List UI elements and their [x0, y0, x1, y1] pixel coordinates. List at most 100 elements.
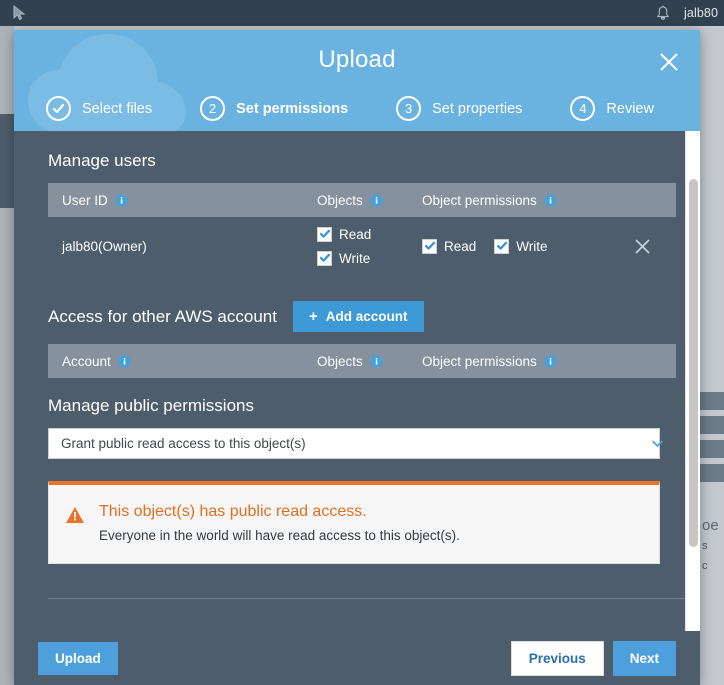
modal-scrollbar-thumb[interactable]	[689, 179, 698, 547]
checkbox-permissions-read-label: Read	[444, 238, 477, 254]
modal-footer: Upload Previous Next	[14, 631, 700, 685]
step-set-properties[interactable]: 3 Set properties	[396, 96, 522, 121]
public-access-warning: This object(s) has public read access. E…	[48, 481, 660, 564]
step-4-label: Review	[606, 100, 654, 117]
info-icon[interactable]	[115, 193, 128, 207]
step-2-marker: 2	[200, 96, 226, 121]
footer-nav-buttons: Previous Next	[510, 640, 676, 676]
checkbox-objects-read-label: Read	[339, 226, 372, 242]
previous-button[interactable]: Previous	[510, 640, 604, 676]
column-account-object-permissions: Object permissions	[422, 354, 662, 369]
close-icon	[634, 238, 651, 255]
column-account-objects: Objects	[317, 354, 422, 369]
step-set-permissions[interactable]: 2 Set permissions	[200, 96, 348, 121]
public-permissions-select[interactable]: Grant public read access to this object(…	[48, 428, 660, 459]
checkbox-permissions-read[interactable]: Read	[422, 238, 477, 254]
column-user-id: User ID	[62, 193, 317, 208]
plus-icon: +	[308, 308, 318, 325]
checkbox-objects-read[interactable]: Read	[317, 226, 422, 242]
check-icon	[319, 253, 330, 262]
warning-title: This object(s) has public read access.	[99, 503, 367, 520]
background-left-rail-active	[0, 114, 14, 208]
column-account: Account	[62, 354, 317, 369]
info-icon[interactable]	[118, 354, 131, 368]
footer-divider	[48, 598, 696, 599]
cell-user-id: jalb80(Owner)	[62, 238, 147, 254]
public-permissions-selected-value: Grant public read access to this object(…	[61, 436, 306, 451]
manage-users-heading: Manage users	[48, 151, 156, 170]
checkbox-permissions-write-label: Write	[516, 238, 548, 254]
checkbox-box	[494, 238, 510, 254]
checkbox-objects-write-label: Write	[339, 250, 371, 266]
column-objects: Objects	[317, 193, 422, 208]
add-account-label: Add account	[325, 309, 408, 324]
column-object-permissions-label: Object permissions	[422, 192, 537, 208]
modal-header: Upload Select files 2 Set permissions 3 …	[14, 30, 700, 131]
other-account-heading-row: Access for other AWS account + Add accou…	[48, 301, 676, 332]
add-account-button[interactable]: + Add account	[292, 301, 424, 332]
step-2-label: Set permissions	[236, 100, 349, 117]
close-button[interactable]	[652, 45, 686, 79]
background-text-1: oe	[702, 517, 719, 534]
checkbox-box	[317, 226, 332, 242]
column-account-objects-label: Objects	[317, 353, 363, 369]
warning-text-block: This object(s) has public read access. E…	[99, 503, 460, 543]
upload-modal: Upload Select files 2 Set permissions 3 …	[14, 30, 700, 685]
chevron-down-icon[interactable]	[651, 437, 664, 450]
warning-description: Everyone in the world will have read acc…	[99, 528, 460, 543]
wizard-steps: Select files 2 Set permissions 3 Set pro…	[14, 96, 700, 121]
cursor-icon	[12, 5, 26, 21]
step-4-marker: 4	[570, 96, 596, 121]
check-icon	[51, 101, 66, 116]
warning-triangle-icon	[65, 505, 85, 525]
modal-scrollbar[interactable]	[685, 131, 700, 631]
column-objects-label: Objects	[317, 192, 363, 208]
step-review[interactable]: 4 Review	[570, 96, 654, 121]
column-user-id-label: User ID	[62, 192, 108, 208]
info-icon[interactable]	[370, 354, 383, 368]
manage-users-table-header: User ID Objects Object permissions	[48, 183, 676, 217]
info-icon[interactable]	[544, 193, 557, 207]
step-3-label: Set properties	[432, 100, 523, 117]
checkbox-objects-write[interactable]: Write	[317, 250, 422, 266]
public-permissions-heading: Manage public permissions	[48, 396, 254, 415]
other-account-heading: Access for other AWS account	[48, 306, 277, 326]
check-icon	[319, 229, 330, 238]
checkbox-permissions-write[interactable]: Write	[494, 238, 548, 254]
step-1-label: Select files	[82, 100, 153, 117]
background-text-fragment: oe s c	[702, 516, 724, 576]
checkbox-box	[317, 250, 332, 266]
top-bar-left	[0, 5, 26, 21]
bell-icon[interactable]	[656, 5, 670, 21]
table-row: jalb80(Owner) Read Write Read Write	[48, 217, 676, 275]
column-object-permissions: Object permissions	[422, 193, 662, 208]
cell-object-permissions: Read Write	[422, 238, 622, 254]
user-menu-label[interactable]: jalb80	[684, 6, 718, 20]
modal-body: Manage users User ID Objects Object perm…	[14, 131, 700, 631]
step-3-marker: 3	[396, 96, 422, 121]
step-select-files[interactable]: Select files	[46, 96, 152, 121]
top-bar-right: jalb80	[656, 5, 724, 21]
public-permissions-select-wrap: Grant public read access to this object(…	[48, 428, 676, 459]
checkbox-box	[422, 238, 437, 254]
check-icon	[496, 241, 507, 250]
next-button[interactable]: Next	[612, 640, 676, 676]
top-bar: jalb80	[0, 0, 724, 26]
page-title: Upload	[318, 46, 396, 73]
cell-objects: Read Write	[317, 226, 422, 266]
page-root: jalb80 oe s c Upload Select files 2 Set …	[0, 0, 724, 685]
other-account-table-header: Account Objects Object permissions	[48, 344, 676, 378]
step-1-marker	[46, 96, 71, 121]
background-text-3: c	[702, 560, 708, 572]
background-text-2: s	[702, 540, 708, 552]
background-list-rows	[700, 392, 724, 512]
check-icon	[424, 241, 435, 250]
background-right-panel	[700, 26, 724, 685]
column-account-label: Account	[62, 353, 111, 369]
upload-button[interactable]: Upload	[38, 641, 118, 675]
column-account-object-permissions-label: Object permissions	[422, 353, 537, 369]
info-icon[interactable]	[544, 354, 557, 368]
info-icon[interactable]	[370, 193, 383, 207]
close-icon	[658, 51, 680, 73]
remove-user-button[interactable]	[622, 238, 662, 255]
